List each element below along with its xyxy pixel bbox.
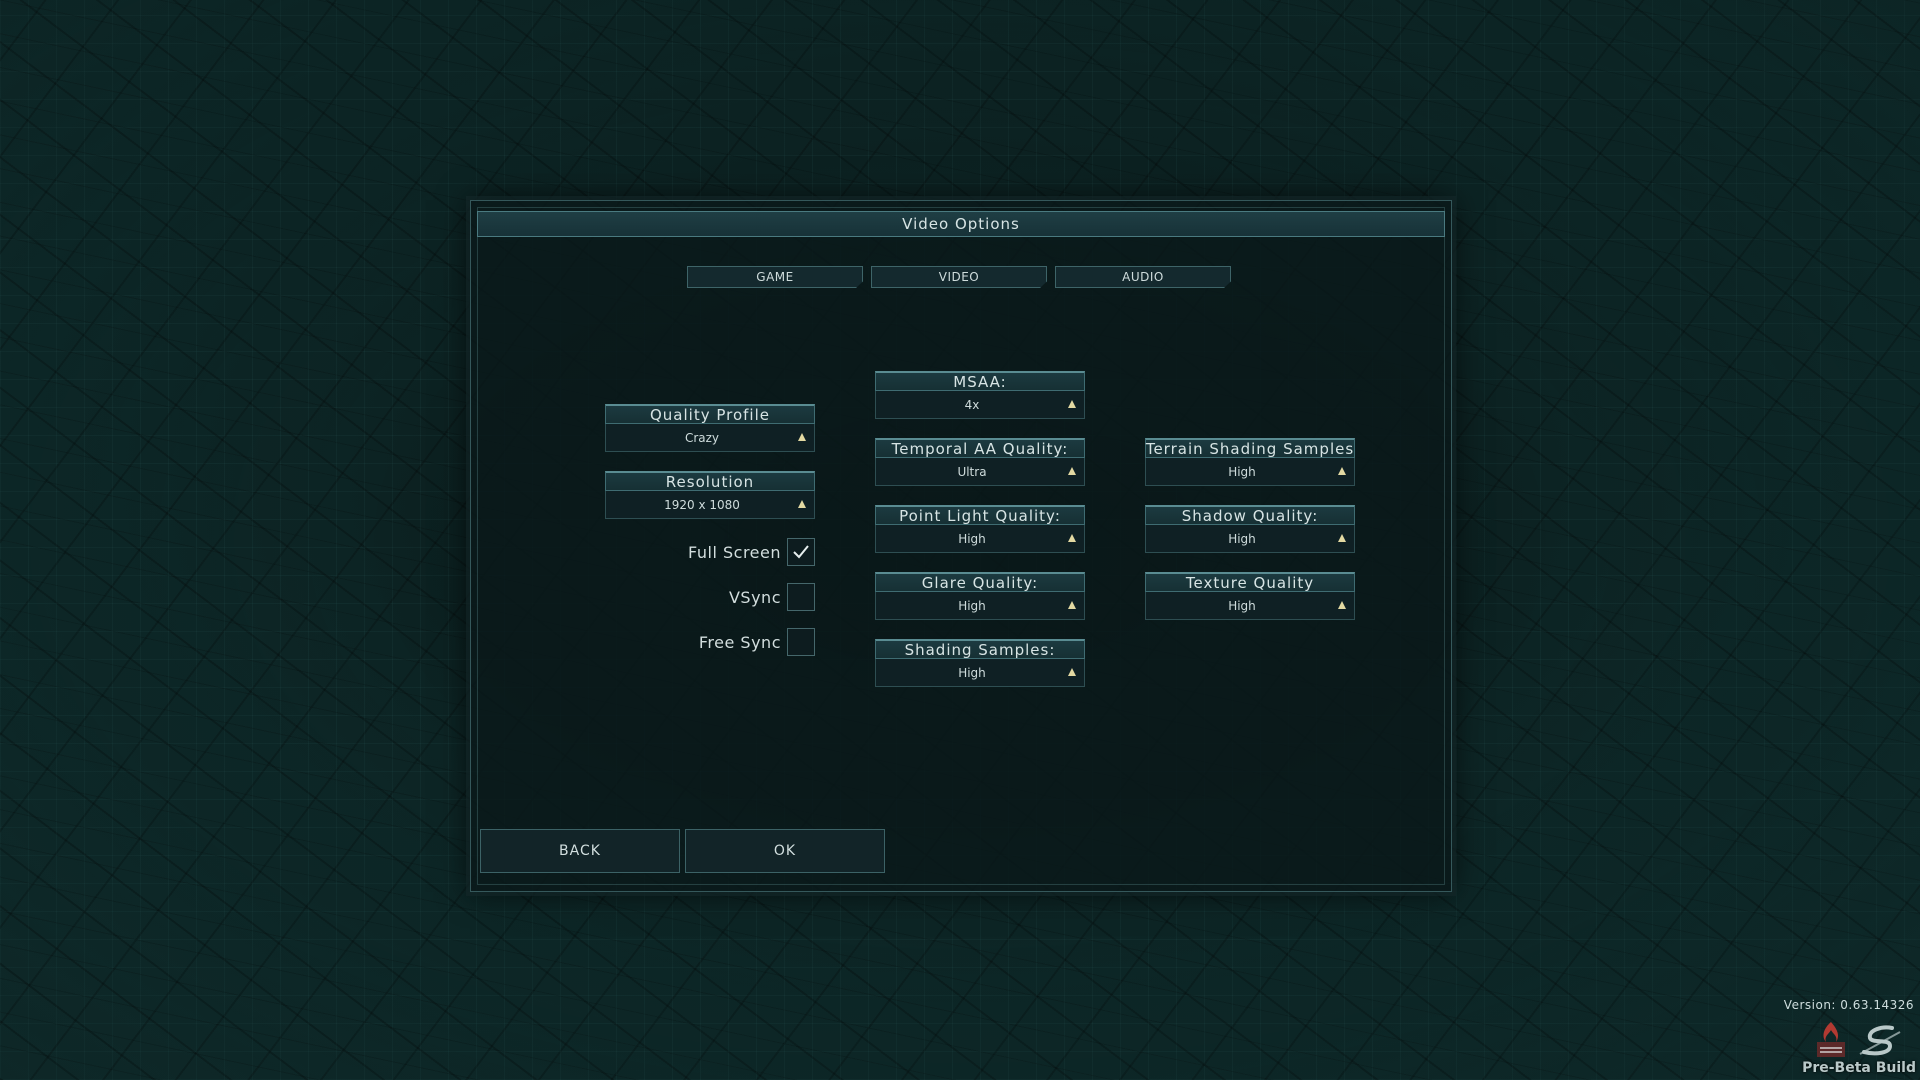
texture-quality-select[interactable]: High — [1145, 592, 1355, 620]
temporal-aa-value: Ultra — [957, 464, 987, 479]
terrain-shading-dropdown[interactable]: Terrain Shading Samples High — [1145, 438, 1355, 486]
point-light-dropdown[interactable]: Point Light Quality: High — [875, 505, 1085, 553]
texture-quality-value: High — [1228, 598, 1256, 613]
video-options-dialog: Video Options GAME VIDEO AUDIO Quality P… — [470, 200, 1452, 892]
msaa-select[interactable]: 4x — [875, 391, 1085, 419]
dropdown-arrow-icon[interactable] — [1068, 467, 1076, 475]
dropdown-arrow-icon[interactable] — [1338, 601, 1346, 609]
terrain-shading-value: High — [1228, 464, 1256, 479]
vsync-row: VSync — [605, 583, 815, 611]
terrain-shading-select[interactable]: High — [1145, 458, 1355, 486]
full-screen-checkbox[interactable] — [787, 538, 815, 566]
tab-game[interactable]: GAME — [687, 266, 863, 288]
temporal-aa-label: Temporal AA Quality: — [875, 438, 1085, 458]
studio-s-logo-icon — [1859, 1025, 1901, 1056]
shadow-quality-dropdown[interactable]: Shadow Quality: High — [1145, 505, 1355, 553]
quality-profile-dropdown[interactable]: Quality Profile Crazy — [605, 404, 815, 452]
full-screen-row: Full Screen — [605, 538, 815, 566]
resolution-label: Resolution — [605, 471, 815, 491]
dropdown-arrow-icon[interactable] — [1338, 534, 1346, 542]
point-light-value: High — [958, 531, 986, 546]
checkmark-icon — [793, 545, 809, 559]
glare-label: Glare Quality: — [875, 572, 1085, 592]
resolution-select[interactable]: 1920 x 1080 — [605, 491, 815, 519]
dropdown-arrow-icon[interactable] — [1338, 467, 1346, 475]
quality-profile-label: Quality Profile — [605, 404, 815, 424]
dropdown-arrow-icon[interactable] — [1068, 601, 1076, 609]
shadow-quality-label: Shadow Quality: — [1145, 505, 1355, 525]
point-light-select[interactable]: High — [875, 525, 1085, 553]
pre-beta-build-label: Pre-Beta Build — [1802, 1060, 1916, 1076]
glare-dropdown[interactable]: Glare Quality: High — [875, 572, 1085, 620]
resolution-dropdown[interactable]: Resolution 1920 x 1080 — [605, 471, 815, 519]
shading-samples-value: High — [958, 665, 986, 680]
free-sync-row: Free Sync — [605, 628, 815, 656]
dropdown-arrow-icon[interactable] — [798, 500, 806, 508]
dropdown-arrow-icon[interactable] — [1068, 400, 1076, 408]
publisher-logos — [1816, 1020, 1904, 1058]
free-sync-checkbox[interactable] — [787, 628, 815, 656]
texture-quality-dropdown[interactable]: Texture Quality High — [1145, 572, 1355, 620]
terrain-shading-label: Terrain Shading Samples — [1145, 438, 1355, 458]
temporal-aa-select[interactable]: Ultra — [875, 458, 1085, 486]
glare-select[interactable]: High — [875, 592, 1085, 620]
dropdown-arrow-icon[interactable] — [1068, 668, 1076, 676]
options-tabs: GAME VIDEO AUDIO — [687, 266, 1231, 288]
dialog-title: Video Options — [477, 211, 1445, 237]
full-screen-label: Full Screen — [688, 542, 781, 562]
shading-samples-dropdown[interactable]: Shading Samples: High — [875, 639, 1085, 687]
shading-samples-label: Shading Samples: — [875, 639, 1085, 659]
vsync-checkbox[interactable] — [787, 583, 815, 611]
msaa-label: MSAA: — [875, 371, 1085, 391]
msaa-value: 4x — [964, 397, 980, 412]
msaa-dropdown[interactable]: MSAA: 4x — [875, 371, 1085, 419]
tab-video[interactable]: VIDEO — [871, 266, 1047, 288]
vsync-label: VSync — [728, 587, 781, 607]
shadow-quality-value: High — [1228, 531, 1256, 546]
texture-quality-label: Texture Quality — [1145, 572, 1355, 592]
shadow-quality-select[interactable]: High — [1145, 525, 1355, 553]
dropdown-arrow-icon[interactable] — [1068, 534, 1076, 542]
quality-profile-select[interactable]: Crazy — [605, 424, 815, 452]
flame-logo-icon — [1817, 1022, 1845, 1057]
point-light-label: Point Light Quality: — [875, 505, 1085, 525]
temporal-aa-dropdown[interactable]: Temporal AA Quality: Ultra — [875, 438, 1085, 486]
glare-value: High — [958, 598, 986, 613]
back-button[interactable]: BACK — [480, 829, 680, 873]
tab-audio[interactable]: AUDIO — [1055, 266, 1231, 288]
shading-samples-select[interactable]: High — [875, 659, 1085, 687]
resolution-value: 1920 x 1080 — [664, 497, 740, 512]
dropdown-arrow-icon[interactable] — [798, 433, 806, 441]
ok-button[interactable]: OK — [685, 829, 885, 873]
free-sync-label: Free Sync — [698, 632, 781, 652]
version-label: Version: 0.63.14326 — [1783, 998, 1914, 1012]
quality-profile-value: Crazy — [684, 430, 720, 445]
